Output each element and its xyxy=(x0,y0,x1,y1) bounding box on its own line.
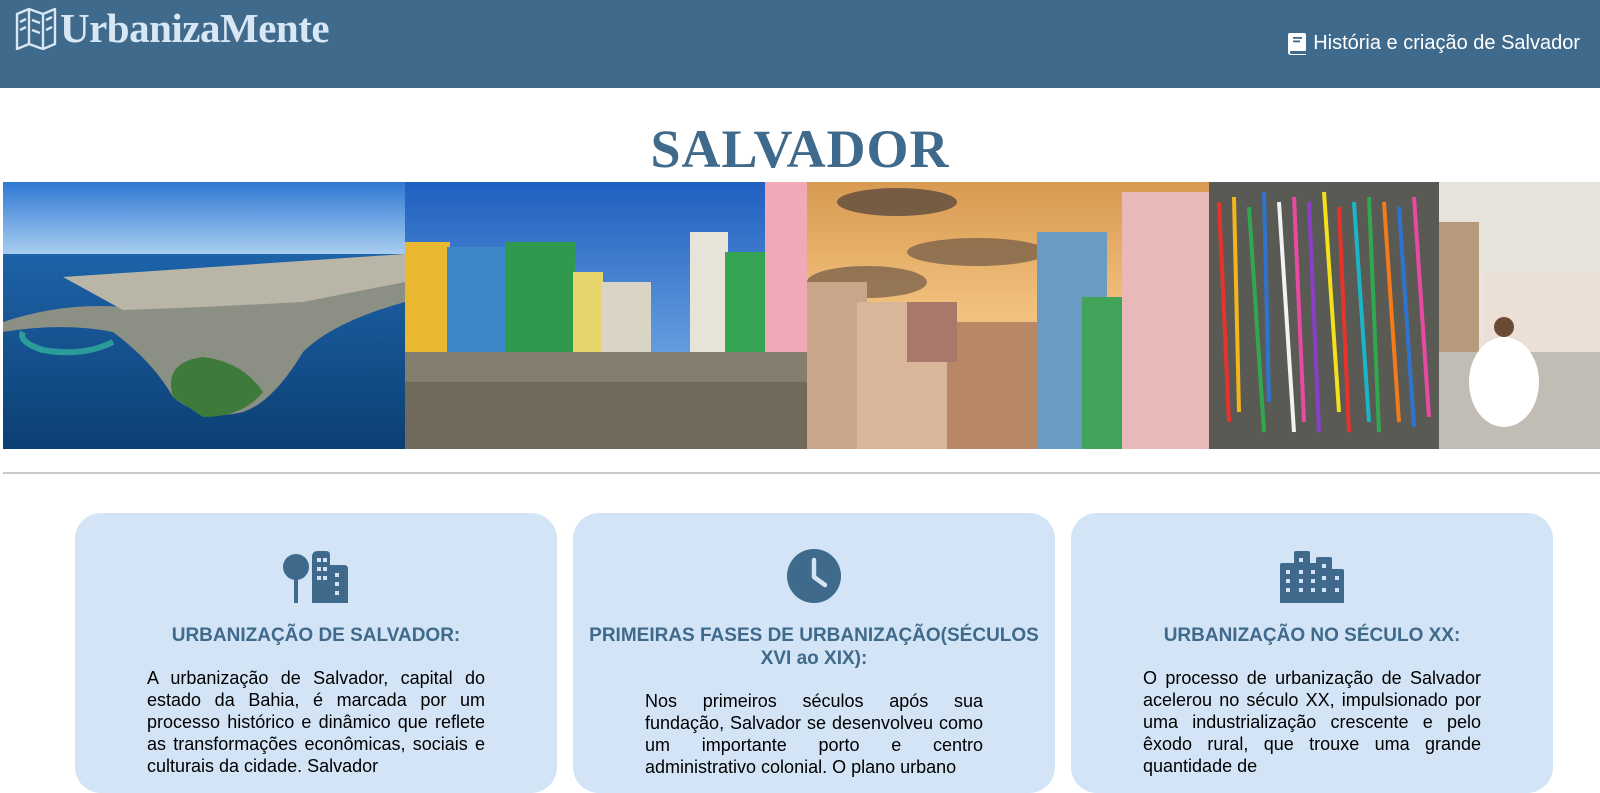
sunset-churches-photo xyxy=(807,182,1209,449)
card-text: Nos primeiros séculos após sua fundação,… xyxy=(645,691,983,777)
logo-text: UrbanizaMente xyxy=(60,5,330,51)
card-urbanizacao: URBANIZAÇÃO DE SALVADOR: A urbanização d… xyxy=(75,513,557,793)
building-icon xyxy=(1280,551,1344,603)
colorful-houses-photo xyxy=(405,182,807,449)
card-text: O processo de urbanização de Salvador ac… xyxy=(1143,668,1481,776)
city-tree-icon xyxy=(283,551,348,603)
card-primeiras-fases: PRIMEIRAS FASES DE URBANIZAÇÃO(SÉCULOS X… xyxy=(573,513,1055,793)
book-icon xyxy=(1288,32,1307,55)
card-title: URBANIZAÇÃO NO SÉCULO XX: xyxy=(1163,625,1461,646)
section-divider xyxy=(3,472,1600,474)
site-logo[interactable]: UrbanizaMente xyxy=(14,5,330,51)
nav-link-historia[interactable]: História e criação de Salvador xyxy=(1287,32,1580,55)
clock-icon xyxy=(787,549,841,603)
card-title: URBANIZAÇÃO DE SALVADOR: xyxy=(171,625,461,646)
card-text: A urbanização de Salvador, capital do es… xyxy=(147,668,485,776)
aerial-coast-photo xyxy=(3,182,405,449)
ribbons-fence-photo xyxy=(1209,182,1600,449)
page-title: SALVADOR xyxy=(650,119,950,179)
photo-gallery xyxy=(3,182,1600,449)
map-icon xyxy=(15,7,57,50)
card-title: PRIMEIRAS FASES DE URBANIZAÇÃO(SÉCULOS X… xyxy=(589,625,1039,669)
site-header: UrbanizaMente História e criação de Salv… xyxy=(0,0,1600,88)
card-seculo-xx: URBANIZAÇÃO NO SÉCULO XX: O processo de … xyxy=(1071,513,1553,793)
nav-link-label: História e criação de Salvador xyxy=(1313,32,1580,54)
